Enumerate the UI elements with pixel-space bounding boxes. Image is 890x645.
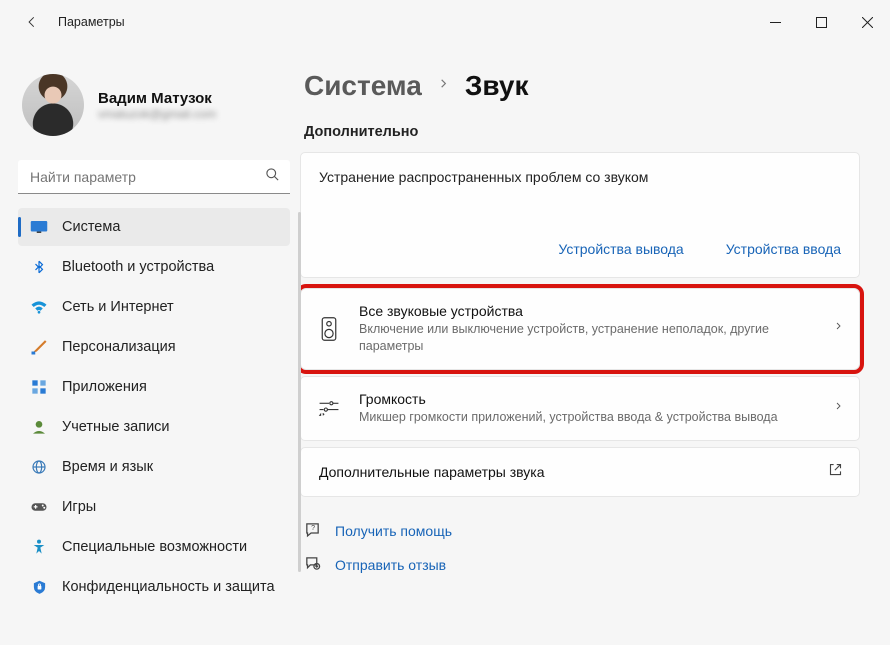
- brush-icon: [30, 338, 48, 356]
- sidebar-scrollbar[interactable]: [298, 212, 301, 572]
- sidebar-item-label: Персонализация: [62, 339, 176, 355]
- sidebar-item-label: Время и язык: [62, 459, 153, 475]
- bluetooth-icon: [30, 258, 48, 276]
- sidebar-item-label: Сеть и Интернет: [62, 299, 174, 315]
- profile-block[interactable]: Вадим Матузок vmatuzok@gmail.com: [18, 44, 290, 160]
- get-help-link[interactable]: ? Получить помощь: [304, 521, 860, 541]
- volume-mixer-setting[interactable]: Громкость Микшер громкости приложений, у…: [300, 376, 860, 441]
- back-button[interactable]: [18, 8, 46, 36]
- setting-title: Все звуковые устройства: [359, 303, 816, 319]
- app-title: Параметры: [58, 15, 125, 29]
- give-feedback-link[interactable]: Отправить отзыв: [304, 555, 860, 575]
- troubleshoot-title: Устранение распространенных проблем со з…: [319, 169, 841, 185]
- sidebar-item-gaming[interactable]: Игры: [18, 488, 290, 526]
- chevron-right-icon: [438, 75, 449, 97]
- person-icon: [30, 418, 48, 436]
- sidebar-item-accessibility[interactable]: Специальные возможности: [18, 528, 290, 566]
- breadcrumb-current: Звук: [465, 70, 529, 102]
- link-label: Отправить отзыв: [335, 557, 446, 573]
- sidebar-item-label: Приложения: [62, 379, 147, 395]
- profile-name: Вадим Матузок: [98, 90, 216, 107]
- open-external-icon: [828, 462, 843, 482]
- output-devices-link[interactable]: Устройства вывода: [558, 241, 683, 257]
- search-input[interactable]: [18, 160, 290, 194]
- search-box[interactable]: [18, 160, 290, 194]
- maximize-button[interactable]: [798, 6, 844, 38]
- setting-title: Дополнительные параметры звука: [319, 464, 810, 480]
- globe-icon: [30, 458, 48, 476]
- help-icon: ?: [304, 521, 321, 541]
- sidebar-item-label: Учетные записи: [62, 419, 170, 435]
- gamepad-icon: [30, 498, 48, 516]
- close-button[interactable]: [844, 6, 890, 38]
- all-sound-devices-setting[interactable]: Все звуковые устройства Включение или вы…: [300, 288, 860, 370]
- sidebar-item-personalization[interactable]: Персонализация: [18, 328, 290, 366]
- sidebar-item-label: Система: [62, 219, 120, 235]
- breadcrumb: Система Звук: [300, 44, 860, 124]
- chevron-right-icon: [834, 319, 843, 338]
- breadcrumb-parent[interactable]: Система: [304, 70, 422, 102]
- search-icon: [265, 167, 280, 187]
- profile-email: vmatuzok@gmail.com: [98, 107, 216, 121]
- accessibility-icon: [30, 538, 48, 556]
- minimize-button[interactable]: [752, 6, 798, 38]
- avatar: [22, 74, 84, 136]
- speaker-icon: [317, 316, 341, 342]
- more-sound-settings[interactable]: Дополнительные параметры звука: [300, 447, 860, 497]
- setting-desc: Микшер громкости приложений, устройства …: [359, 409, 816, 426]
- input-devices-link[interactable]: Устройства ввода: [726, 241, 841, 257]
- sidebar-item-network[interactable]: Сеть и Интернет: [18, 288, 290, 326]
- sidebar-item-bluetooth[interactable]: Bluetooth и устройства: [18, 248, 290, 286]
- link-label: Получить помощь: [335, 523, 452, 539]
- setting-desc: Включение или выключение устройств, устр…: [359, 321, 816, 355]
- sidebar-nav: Система Bluetooth и устройства Сеть и Ин…: [18, 208, 290, 645]
- apps-icon: [30, 378, 48, 396]
- setting-title: Громкость: [359, 391, 816, 407]
- wifi-icon: [30, 298, 48, 316]
- sidebar-item-label: Специальные возможности: [62, 539, 247, 555]
- mixer-icon: [317, 399, 341, 417]
- sidebar-item-label: Игры: [62, 499, 96, 515]
- troubleshoot-card: Устранение распространенных проблем со з…: [300, 152, 860, 278]
- sidebar-item-label: Bluetooth и устройства: [62, 259, 214, 275]
- sidebar-item-accounts[interactable]: Учетные записи: [18, 408, 290, 446]
- display-icon: [30, 218, 48, 236]
- feedback-icon: [304, 555, 321, 575]
- chevron-right-icon: [834, 399, 843, 418]
- sidebar-item-privacy[interactable]: Конфиденциальность и защита: [18, 568, 290, 606]
- sidebar-item-time-language[interactable]: Время и язык: [18, 448, 290, 486]
- section-label-advanced: Дополнительно: [304, 124, 860, 140]
- sidebar-item-system[interactable]: Система: [18, 208, 290, 246]
- sidebar-item-apps[interactable]: Приложения: [18, 368, 290, 406]
- svg-text:?: ?: [311, 524, 315, 532]
- shield-icon: [30, 578, 48, 596]
- sidebar-item-label: Конфиденциальность и защита: [62, 579, 275, 595]
